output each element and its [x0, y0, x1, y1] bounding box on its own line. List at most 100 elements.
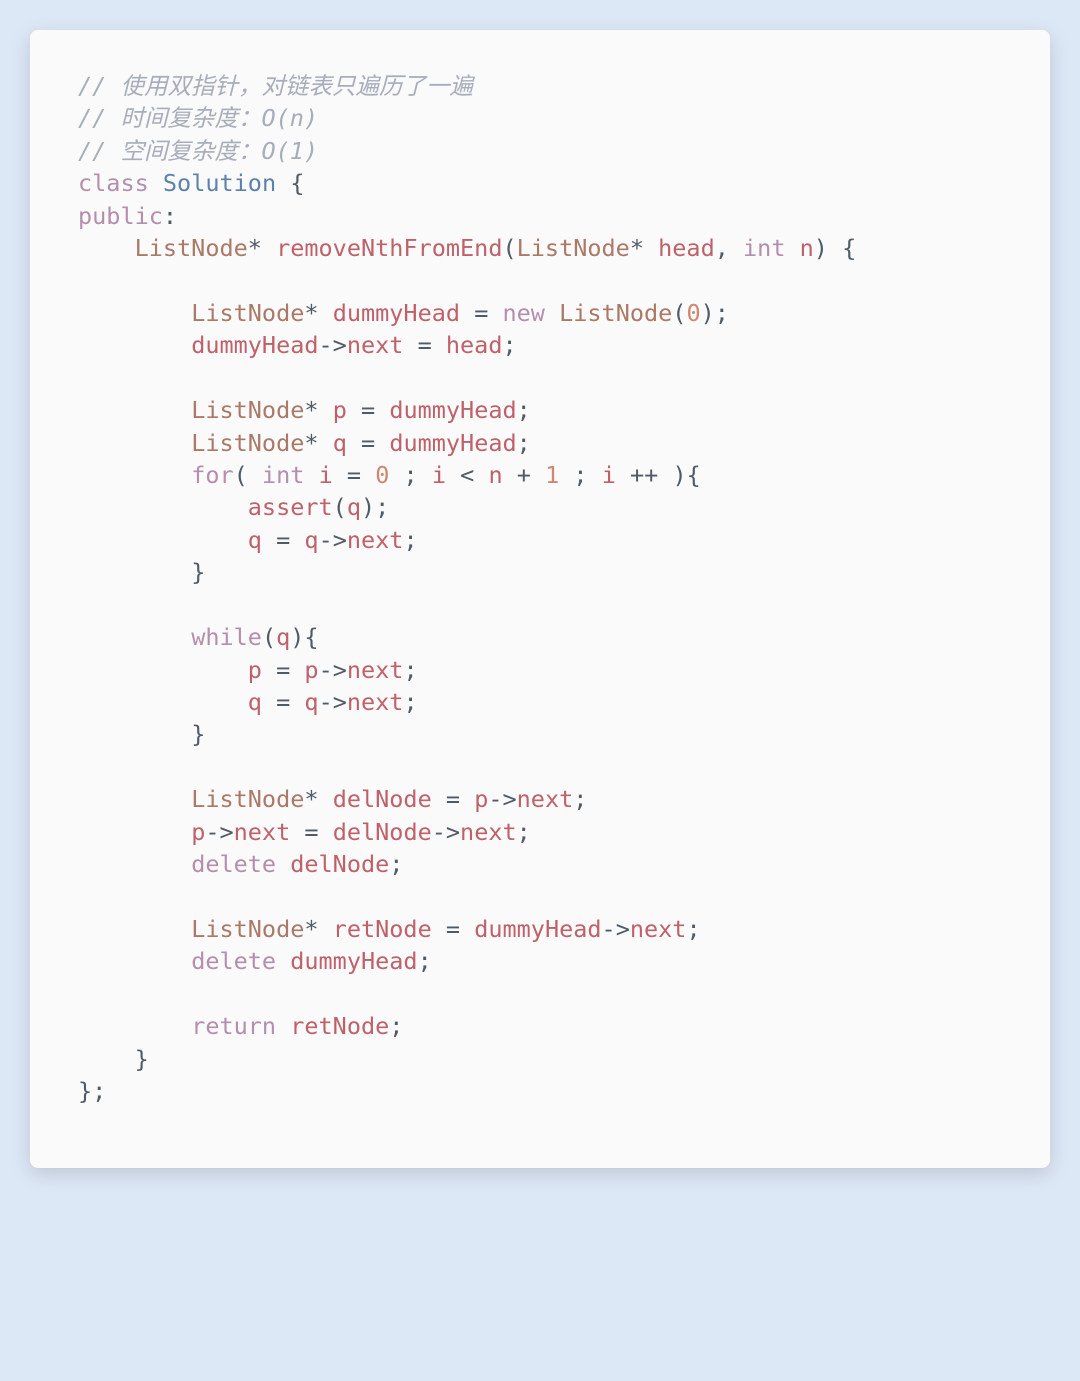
var-q: q	[333, 429, 347, 457]
comment-line: // 空间复杂度：O(1)	[78, 137, 318, 165]
code-card: // 使用双指针，对链表只遍历了一遍 // 时间复杂度：O(n) // 空间复杂…	[30, 30, 1050, 1168]
type-listnode: ListNode	[191, 429, 304, 457]
semi: ;	[375, 493, 389, 521]
keyword-new: new	[503, 299, 545, 327]
semi: ;	[686, 915, 700, 943]
type-listnode: ListNode	[191, 396, 304, 424]
member-next: next	[347, 656, 404, 684]
semi: ;	[403, 656, 417, 684]
eq: =	[361, 396, 375, 424]
brace-open: {	[687, 461, 701, 489]
paren-open: (	[672, 299, 686, 327]
type-listnode: ListNode	[191, 785, 304, 813]
var-delnode: delNode	[290, 850, 389, 878]
type-listnode: ListNode	[135, 234, 248, 262]
paren-open: (	[262, 623, 276, 651]
lt: <	[460, 461, 474, 489]
star: *	[630, 234, 644, 262]
keyword-int: int	[262, 461, 304, 489]
keyword-int: int	[743, 234, 785, 262]
var-i: i	[602, 461, 616, 489]
eq: =	[418, 331, 432, 359]
class-name: Solution	[163, 169, 276, 197]
keyword-for: for	[191, 461, 233, 489]
semi: ;	[403, 688, 417, 716]
semi: ;	[389, 1012, 403, 1040]
var-dummyhead: dummyHead	[389, 396, 516, 424]
semi: ;	[517, 429, 531, 457]
paren-close: )	[814, 234, 828, 262]
keyword-public: public	[78, 202, 163, 230]
keyword-delete: delete	[191, 850, 276, 878]
semi: ;	[418, 947, 432, 975]
var-q: q	[304, 526, 318, 554]
var-head: head	[446, 331, 503, 359]
type-listnode: ListNode	[517, 234, 630, 262]
var-q: q	[248, 688, 262, 716]
keyword-return: return	[191, 1012, 276, 1040]
var-q: q	[304, 688, 318, 716]
num-one: 1	[545, 461, 559, 489]
eq: =	[446, 785, 460, 813]
member-next: next	[347, 526, 404, 554]
var-dummyhead: dummyHead	[474, 915, 601, 943]
type-listnode: ListNode	[559, 299, 672, 327]
eq: =	[347, 461, 361, 489]
type-listnode: ListNode	[191, 915, 304, 943]
member-next: next	[347, 331, 404, 359]
var-p: p	[333, 396, 347, 424]
plus: +	[517, 461, 531, 489]
func-name: removeNthFromEnd	[276, 234, 502, 262]
star: *	[304, 785, 318, 813]
star: *	[304, 396, 318, 424]
brace-close-semi: };	[78, 1077, 106, 1105]
var-i: i	[432, 461, 446, 489]
semi: ;	[715, 299, 729, 327]
paren-open: (	[502, 234, 516, 262]
eq: =	[276, 526, 290, 554]
arrow: ->	[488, 785, 516, 813]
brace-close: }	[135, 1045, 149, 1073]
var-dummyhead: dummyHead	[290, 947, 417, 975]
comment-line: // 时间复杂度：O(n)	[78, 104, 318, 132]
func-assert: assert	[248, 493, 333, 521]
var-p: p	[248, 656, 262, 684]
arrow: ->	[432, 818, 460, 846]
arrow: ->	[319, 331, 347, 359]
paren-close: )	[361, 493, 375, 521]
var-retnode: retNode	[290, 1012, 389, 1040]
var-q: q	[347, 493, 361, 521]
star: *	[304, 915, 318, 943]
member-next: next	[517, 785, 574, 813]
param-n: n	[800, 234, 814, 262]
eq: =	[361, 429, 375, 457]
brace-close: }	[191, 558, 205, 586]
paren-open: (	[234, 461, 248, 489]
num-zero: 0	[375, 461, 389, 489]
member-next: next	[234, 818, 291, 846]
star: *	[304, 429, 318, 457]
semi: ;	[573, 461, 587, 489]
keyword-delete: delete	[191, 947, 276, 975]
var-dummyhead: dummyHead	[389, 429, 516, 457]
var-q: q	[276, 623, 290, 651]
var-dummyhead: dummyHead	[333, 299, 460, 327]
keyword-class: class	[78, 169, 149, 197]
member-next: next	[460, 818, 517, 846]
brace-close: }	[191, 720, 205, 748]
member-next: next	[347, 688, 404, 716]
colon: :	[163, 202, 177, 230]
semi: ;	[403, 526, 417, 554]
eq: =	[276, 656, 290, 684]
param-head: head	[658, 234, 715, 262]
var-p: p	[474, 785, 488, 813]
brace-open: {	[290, 169, 304, 197]
eq: =	[276, 688, 290, 716]
type-listnode: ListNode	[191, 299, 304, 327]
var-dummyhead: dummyHead	[191, 331, 318, 359]
semi: ;	[517, 396, 531, 424]
member-next: next	[630, 915, 687, 943]
paren-close: )	[701, 299, 715, 327]
paren-close: )	[290, 623, 304, 651]
comment-line: // 使用双指针，对链表只遍历了一遍	[78, 72, 473, 100]
